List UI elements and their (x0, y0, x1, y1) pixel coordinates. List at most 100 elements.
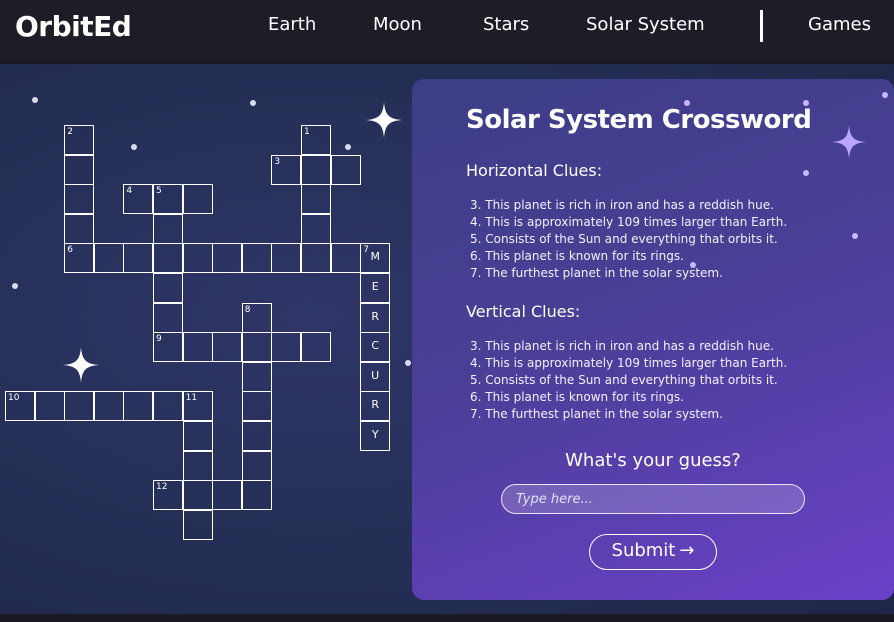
crossword-cell[interactable] (34, 391, 65, 422)
clue-item: 5. Consists of the Sun and everything th… (470, 232, 778, 246)
submit-button[interactable]: Submit → (589, 534, 717, 570)
crossword-cell[interactable]: 8 (241, 302, 272, 333)
crossword-cell[interactable] (271, 243, 302, 274)
clue-item: 4. This is approximately 109 times large… (470, 215, 788, 229)
crossword-cell[interactable] (182, 332, 213, 363)
crossword-cell[interactable]: R (360, 302, 391, 333)
crossword-cell[interactable]: 12 (153, 480, 183, 511)
crossword-cell[interactable]: 3 (271, 154, 302, 185)
crossword-cell[interactable] (241, 421, 272, 451)
crossword-cell[interactable] (153, 302, 183, 333)
crossword-cell[interactable] (271, 332, 302, 363)
cell-number: 11 (185, 393, 198, 404)
cell-letter: M (370, 250, 380, 264)
horizontal-clues-heading: Horizontal Clues: (466, 161, 603, 180)
crossword-cell[interactable] (64, 184, 95, 215)
nav-link-earth[interactable]: Earth (268, 14, 316, 35)
crossword-cell[interactable]: R (360, 391, 391, 422)
crossword-cell[interactable] (212, 332, 243, 363)
crossword-cell[interactable] (241, 450, 272, 481)
cell-number: 2 (67, 127, 73, 137)
crossword-cell[interactable] (123, 243, 154, 274)
crossword-cell[interactable] (241, 391, 272, 422)
crossword-cell[interactable] (301, 184, 331, 215)
clue-item: 7. The furthest planet in the solar syst… (470, 407, 723, 421)
crossword-cell[interactable] (301, 154, 331, 185)
crossword-cell[interactable]: 9 (153, 332, 183, 363)
star-dot (882, 92, 888, 98)
crossword-cell[interactable] (123, 391, 154, 422)
crossword-cell[interactable]: 10 (5, 391, 35, 422)
nav-link-games[interactable]: Games (808, 14, 871, 35)
star-dot (803, 170, 809, 176)
nav-link-solar-system[interactable]: Solar System (586, 14, 705, 35)
sparkle-star-icon (832, 125, 866, 159)
crossword-cell[interactable]: Y (360, 421, 391, 451)
crossword-cell[interactable] (241, 361, 272, 392)
crossword-cell[interactable] (301, 213, 331, 244)
brand-logo[interactable]: OrbitEd (15, 10, 132, 43)
cell-number: 12 (156, 482, 168, 493)
cell-letter: Y (371, 428, 379, 441)
vertical-clues-heading: Vertical Clues: (466, 302, 581, 321)
guess-input[interactable] (501, 484, 805, 514)
crossword-cell[interactable]: 5 (153, 184, 183, 215)
crossword-cell[interactable] (182, 243, 213, 274)
crossword-cell[interactable] (241, 480, 272, 511)
clue-item: 6. This planet is known for its rings. (470, 249, 684, 263)
cell-number: 10 (8, 393, 20, 404)
crossword-cell[interactable] (330, 243, 361, 274)
cell-number: 9 (156, 334, 162, 345)
cell-number: 6 (67, 245, 73, 256)
crossword-cell[interactable] (330, 154, 361, 185)
clue-item: 6. This planet is known for its rings. (470, 390, 684, 404)
cell-number: 4 (126, 186, 133, 197)
crossword-cell[interactable] (182, 480, 213, 511)
crossword-cell[interactable] (182, 421, 213, 451)
crossword-cell[interactable] (93, 243, 124, 274)
guess-label: What's your guess? (565, 450, 741, 471)
crossword-cell[interactable] (301, 332, 331, 363)
crossword-cell[interactable] (93, 391, 124, 422)
clue-item: 3. This planet is rich in iron and has a… (470, 339, 774, 353)
crossword-cell[interactable]: 4 (123, 184, 154, 215)
crossword-cell[interactable]: C (360, 332, 391, 363)
crossword-cell[interactable] (64, 154, 95, 185)
crossword-cell[interactable] (182, 509, 213, 540)
crossword-cell[interactable] (212, 480, 243, 511)
cell-number: 8 (244, 304, 251, 315)
crossword-cell[interactable] (212, 243, 243, 274)
cell-letter: U (371, 368, 380, 382)
crossword-cell[interactable] (182, 184, 213, 215)
crossword-cell[interactable] (153, 243, 183, 274)
arrow-right-icon: → (679, 540, 695, 561)
clue-item: 7. The furthest planet in the solar syst… (470, 266, 723, 280)
crossword-cell[interactable]: 7M (360, 243, 391, 274)
crossword-panel: Solar System Crossword Horizontal Clues:… (412, 79, 894, 600)
star-dot (852, 233, 858, 239)
crossword-cell[interactable] (301, 243, 331, 274)
submit-label: Submit (611, 540, 676, 561)
cell-number: 5 (156, 186, 162, 197)
nav-link-moon[interactable]: Moon (373, 14, 422, 35)
crossword-cell[interactable]: 11 (182, 391, 213, 422)
crossword-cell[interactable] (182, 450, 213, 481)
crossword-cell[interactable] (153, 273, 183, 303)
crossword-cell[interactable]: E (360, 273, 391, 303)
crossword-cell[interactable] (241, 243, 272, 274)
crossword-cell[interactable] (64, 391, 95, 422)
crossword-cell[interactable] (153, 391, 183, 422)
cell-letter: R (371, 398, 380, 412)
crossword-cell[interactable]: 6 (64, 243, 95, 274)
crossword-cell[interactable] (241, 332, 272, 363)
bottom-strip (0, 614, 894, 622)
crossword-cell[interactable]: U (360, 361, 391, 392)
crossword-cell[interactable] (153, 213, 183, 244)
crossword-cell[interactable]: 2 (64, 125, 95, 155)
nav-link-stars[interactable]: Stars (483, 14, 529, 35)
cell-number: 1 (304, 127, 310, 137)
crossword-cell[interactable] (64, 213, 95, 244)
crossword-cell[interactable]: 1 (301, 125, 331, 155)
nav-divider (760, 10, 763, 42)
panel-title: Solar System Crossword (466, 105, 812, 135)
